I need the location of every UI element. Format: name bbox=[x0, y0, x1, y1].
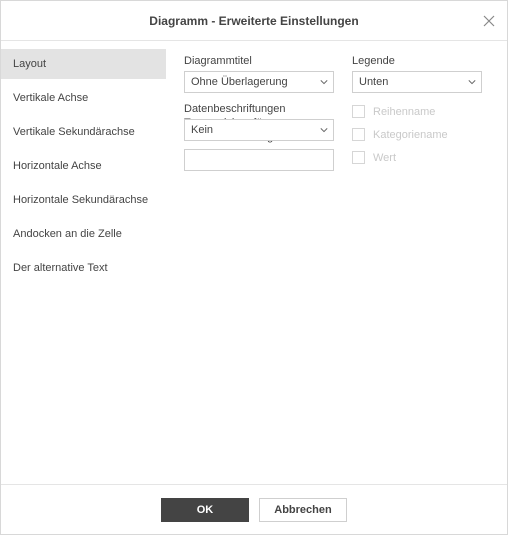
tab-vertical-secondary-axis[interactable]: Vertikale Sekundärachse bbox=[1, 117, 166, 147]
tab-label: Horizontale Achse bbox=[13, 160, 102, 172]
dialog-title: Diagramm - Erweiterte Einstellungen bbox=[149, 14, 358, 28]
close-icon bbox=[483, 15, 495, 27]
sidebar: Layout Vertikale Achse Vertikale Sekundä… bbox=[1, 41, 166, 484]
dialog-body: Layout Vertikale Achse Vertikale Sekundä… bbox=[1, 41, 507, 484]
data-labels-label: Datenbeschriftungen bbox=[184, 103, 334, 115]
tab-horizontal-axis[interactable]: Horizontale Achse bbox=[1, 151, 166, 181]
tab-vertical-axis[interactable]: Vertikale Achse bbox=[1, 83, 166, 113]
chevron-down-icon bbox=[320, 126, 328, 134]
close-button[interactable] bbox=[481, 13, 497, 29]
legend-select[interactable]: Unten bbox=[352, 71, 482, 93]
layout-panel: Diagrammtitel Ohne Überlagerung Legende … bbox=[166, 41, 507, 484]
tab-layout[interactable]: Layout bbox=[1, 49, 166, 79]
tab-label: Andocken an die Zelle bbox=[13, 228, 122, 240]
cancel-button[interactable]: Abbrechen bbox=[259, 498, 347, 522]
tab-label: Horizontale Sekundärachse bbox=[13, 194, 148, 206]
tab-horizontal-secondary-axis[interactable]: Horizontale Sekundärachse bbox=[1, 185, 166, 215]
tab-label: Layout bbox=[13, 58, 46, 70]
field-legend: Legende Unten bbox=[352, 55, 482, 93]
chart-title-label: Diagrammtitel bbox=[184, 55, 334, 67]
button-label: OK bbox=[197, 504, 214, 516]
row-title-legend: Diagrammtitel Ohne Überlagerung Legende … bbox=[184, 55, 489, 93]
data-labels-select[interactable]: Kein bbox=[184, 119, 334, 141]
advanced-settings-dialog: Diagramm - Erweiterte Einstellungen Layo… bbox=[0, 0, 508, 535]
field-chart-title: Diagrammtitel Ohne Überlagerung bbox=[184, 55, 334, 93]
tab-label: Der alternative Text bbox=[13, 262, 108, 274]
legend-label: Legende bbox=[352, 55, 482, 67]
tab-cell-snapping[interactable]: Andocken an die Zelle bbox=[1, 219, 166, 249]
data-labels-value: Kein bbox=[191, 124, 213, 136]
chevron-down-icon bbox=[320, 78, 328, 86]
legend-value: Unten bbox=[359, 76, 388, 88]
separator-input[interactable] bbox=[184, 149, 334, 171]
chart-title-select[interactable]: Ohne Überlagerung bbox=[184, 71, 334, 93]
ok-button[interactable]: OK bbox=[161, 498, 249, 522]
button-label: Abbrechen bbox=[274, 504, 331, 516]
tab-label: Vertikale Sekundärachse bbox=[13, 126, 135, 138]
tab-alt-text[interactable]: Der alternative Text bbox=[1, 253, 166, 283]
dialog-footer: OK Abbrechen bbox=[1, 484, 507, 534]
tab-label: Vertikale Achse bbox=[13, 92, 88, 104]
chevron-down-icon bbox=[468, 78, 476, 86]
chart-title-value: Ohne Überlagerung bbox=[191, 76, 288, 88]
titlebar: Diagramm - Erweiterte Einstellungen bbox=[1, 1, 507, 41]
